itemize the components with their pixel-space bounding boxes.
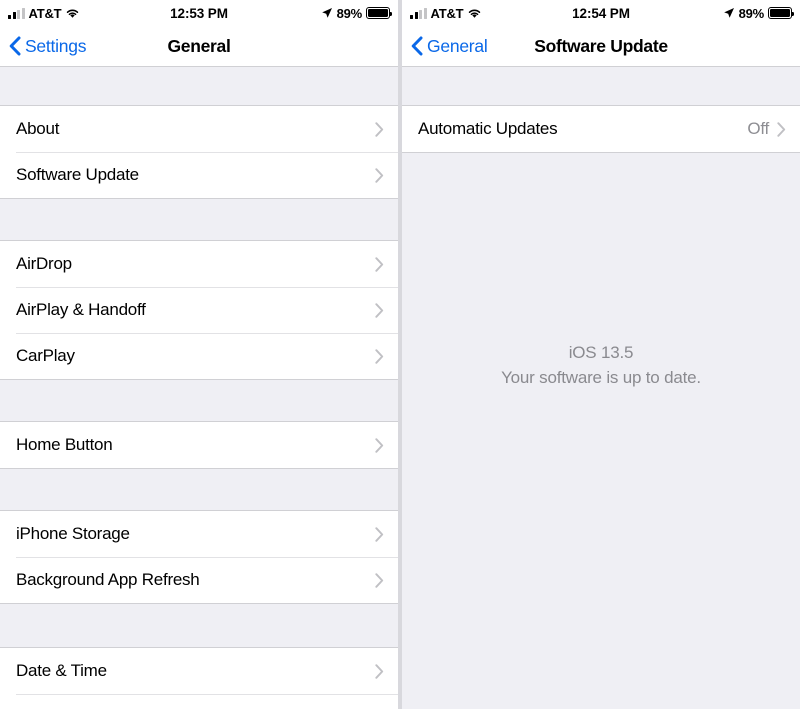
- settings-group-1: AirDrop AirPlay & Handoff CarPlay: [0, 240, 398, 380]
- update-status-area: iOS 13.5 Your software is up to date.: [402, 153, 800, 709]
- settings-group-4: Date & Time Keyboard: [0, 647, 398, 709]
- chevron-right-icon: [375, 437, 384, 453]
- list-item-home-button[interactable]: Home Button: [0, 422, 398, 468]
- group-spacer-1: [0, 199, 398, 240]
- chevron-right-icon: [375, 663, 384, 679]
- software-update-content: Automatic Updates Off iOS 13.5 Your soft…: [402, 67, 800, 709]
- update-status-message: Your software is up to date.: [501, 368, 701, 387]
- settings-group-3: iPhone Storage Background App Refresh: [0, 510, 398, 604]
- chevron-right-icon: [375, 167, 384, 183]
- chevron-right-icon: [375, 302, 384, 318]
- chevron-left-icon: [9, 36, 21, 56]
- back-button-label: Settings: [25, 35, 87, 56]
- list-top-spacer: [402, 67, 800, 105]
- back-button-label: General: [427, 35, 488, 56]
- group-spacer-2: [0, 380, 398, 421]
- list-item-software-update[interactable]: Software Update: [0, 152, 398, 198]
- list-item-automatic-updates[interactable]: Automatic Updates Off: [402, 106, 800, 152]
- list-item-label: Home Button: [16, 435, 113, 454]
- chevron-right-icon: [375, 256, 384, 272]
- settings-group-0: About Software Update: [0, 105, 398, 199]
- list-item-airdrop[interactable]: AirDrop: [0, 241, 398, 287]
- list-item-keyboard[interactable]: Keyboard: [0, 694, 398, 709]
- group-spacer-3: [0, 469, 398, 510]
- list-item-date-time[interactable]: Date & Time: [0, 648, 398, 694]
- list-item-label: AirPlay & Handoff: [16, 300, 146, 319]
- list-item-label: CarPlay: [16, 346, 75, 365]
- battery-icon: [366, 7, 393, 19]
- chevron-right-icon: [375, 572, 384, 588]
- list-item-iphone-storage[interactable]: iPhone Storage: [0, 511, 398, 557]
- automatic-updates-value: Off: [747, 119, 769, 138]
- list-item-airplay-handoff[interactable]: AirPlay & Handoff: [0, 287, 398, 333]
- list-item-label: iPhone Storage: [16, 524, 130, 543]
- list-item-carplay[interactable]: CarPlay: [0, 333, 398, 379]
- list-item-label: Software Update: [16, 165, 139, 184]
- battery-icon: [768, 7, 795, 19]
- back-button-general[interactable]: General: [402, 36, 488, 57]
- nav-bar-left: Settings General: [0, 26, 398, 67]
- list-item-label: Background App Refresh: [16, 570, 200, 589]
- list-item-label: About: [16, 119, 60, 138]
- nav-bar-right: General Software Update: [402, 26, 800, 67]
- location-arrow-icon: [321, 7, 333, 19]
- chevron-right-icon: [777, 121, 786, 137]
- settings-list-general: About Software Update AirDrop AirPlay & …: [0, 67, 398, 709]
- right-screen-software-update: AT&T 12:54 PM 89% General Software Updat…: [402, 0, 800, 709]
- battery-percent-label: 89%: [738, 5, 765, 21]
- location-arrow-icon: [723, 7, 735, 19]
- list-item-label: Automatic Updates: [418, 119, 558, 138]
- chevron-right-icon: [375, 348, 384, 364]
- list-item-label: Date & Time: [16, 661, 107, 680]
- back-button-settings[interactable]: Settings: [0, 36, 86, 57]
- battery-percent-label: 89%: [336, 5, 363, 21]
- list-item-about[interactable]: About: [0, 106, 398, 152]
- group-spacer-4: [0, 604, 398, 647]
- left-screen-general: AT&T 12:53 PM 89% Settings General About…: [0, 0, 398, 709]
- list-item-label: AirDrop: [16, 254, 72, 273]
- status-bar-right-group: 89%: [723, 5, 795, 21]
- update-status-block: iOS 13.5 Your software is up to date.: [501, 341, 701, 390]
- list-item-background-app-refresh[interactable]: Background App Refresh: [0, 557, 398, 603]
- automatic-updates-group: Automatic Updates Off: [402, 105, 800, 153]
- status-bar-right: AT&T 12:54 PM 89%: [402, 0, 800, 26]
- ios-version-label: iOS 13.5: [568, 343, 634, 363]
- status-bar-left: AT&T 12:53 PM 89%: [0, 0, 398, 26]
- list-top-spacer: [0, 67, 398, 105]
- chevron-right-icon: [375, 121, 384, 137]
- chevron-left-icon: [411, 36, 423, 56]
- settings-group-2: Home Button: [0, 421, 398, 469]
- status-bar-right-group: 89%: [321, 5, 393, 21]
- dual-screenshot-container: AT&T 12:53 PM 89% Settings General About…: [0, 0, 800, 709]
- chevron-right-icon: [375, 526, 384, 542]
